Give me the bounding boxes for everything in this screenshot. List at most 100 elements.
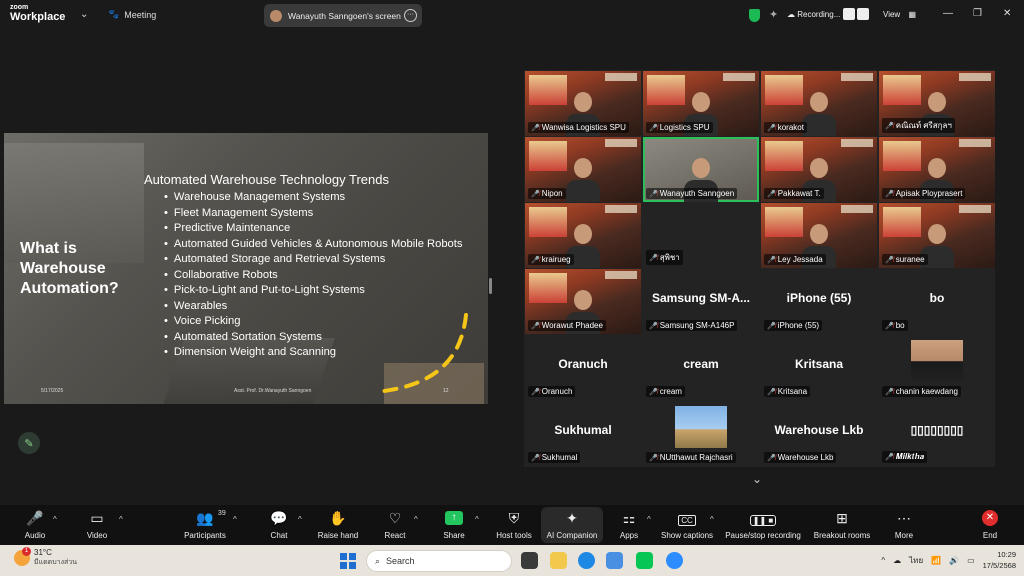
share-screen-pill[interactable]: Wanayuth Sanngoen's screen ··· xyxy=(264,4,422,27)
task-view-icon[interactable] xyxy=(521,552,538,569)
caret-up-icon[interactable]: ^ xyxy=(647,515,651,524)
participant-tile[interactable]: 🎤̸ Apisak Ployprasert xyxy=(879,137,995,202)
raise-hand-button[interactable]: ✋ Raise hand xyxy=(310,509,366,540)
participants-icon: 👥 39 xyxy=(196,509,225,527)
react-button[interactable]: ♡ React xyxy=(367,509,423,540)
participants-button[interactable]: 👥 39 Participants xyxy=(177,509,233,540)
participant-tile[interactable]: 🎤̸ Worawut Phadee xyxy=(525,269,641,334)
host-tools-button[interactable]: ⛨ Host tools xyxy=(486,509,542,540)
participant-tile[interactable]: 🎤̸ NUtthawut Rajchasri xyxy=(643,401,759,466)
clock[interactable]: 10:29 17/5/2568 xyxy=(983,549,1016,571)
audio-label: Audio xyxy=(24,531,46,540)
participant-video xyxy=(566,158,600,202)
zoom-app-icon[interactable] xyxy=(666,552,683,569)
edge-icon[interactable] xyxy=(578,552,595,569)
ai-companion-label: AI Companion xyxy=(546,531,598,540)
caret-up-icon[interactable]: ^ xyxy=(233,515,237,524)
security-shield-icon[interactable] xyxy=(749,9,760,22)
language-indicator[interactable]: ไทย xyxy=(909,554,923,567)
shield-icon: ⛨ xyxy=(508,510,520,526)
participant-tile[interactable]: 🎤̸ chanin kaewdang xyxy=(879,335,995,400)
chat-button[interactable]: 💬 Chat xyxy=(251,509,307,540)
battery-icon[interactable]: ▭ xyxy=(967,556,975,565)
caret-up-icon[interactable]: ^ xyxy=(710,515,714,524)
maximize-icon[interactable]: ❐ xyxy=(973,8,982,19)
chevron-down-icon[interactable]: ⌄ xyxy=(80,9,88,20)
ai-sparkle-icon[interactable]: ✦ xyxy=(769,8,778,21)
breakout-rooms-label: Breakout rooms xyxy=(813,531,871,540)
captions-icon: CC xyxy=(678,509,696,527)
title-bar: zoom Workplace ⌄ 🐾 Meeting Wanayuth Sann… xyxy=(0,0,1024,32)
mic-muted-icon: 🎤̸ xyxy=(531,190,540,198)
participant-tile[interactable]: bo 🎤̸ bo xyxy=(879,269,995,334)
participant-tile[interactable]: Samsung SM-A... 🎤̸ Samsung SM-A146P xyxy=(643,269,759,334)
participant-tile[interactable]: 🎤̸ สุพิชา xyxy=(643,203,759,268)
participant-tile[interactable]: 🎤̸ Wanayuth Sanngoen xyxy=(643,137,759,202)
participant-tile[interactable]: 🎤̸ suranee xyxy=(879,203,995,268)
participant-tile[interactable]: 🎤̸ Nipon xyxy=(525,137,641,202)
participant-tile[interactable]: cream 🎤̸ cream xyxy=(643,335,759,400)
video-button[interactable]: ▭ Video xyxy=(69,509,125,540)
participant-tile[interactable]: iPhone (55) 🎤̸ iPhone (55) xyxy=(761,269,877,334)
participant-tile[interactable]: Warehouse Lkb 🎤̸ Warehouse Lkb xyxy=(761,401,877,466)
speaker-icon[interactable]: 🔊 xyxy=(949,556,959,565)
participant-name: Warehouse Lkb xyxy=(777,453,834,462)
poster-image xyxy=(529,207,567,237)
participant-tile[interactable]: 🎤̸ Pakkawat T. xyxy=(761,137,877,202)
participant-name-tag: 🎤̸ korakot xyxy=(764,122,807,133)
show-captions-button[interactable]: CC Show captions xyxy=(659,509,715,540)
more-button[interactable]: ⋯ More xyxy=(876,509,932,540)
slide-footer-page: 12 xyxy=(443,388,449,394)
participant-tile[interactable]: Oranuch 🎤̸ Oranuch xyxy=(525,335,641,400)
taskbar-search[interactable]: ⌕ Search xyxy=(366,550,512,572)
participant-name: Worawut Phadee xyxy=(541,321,603,330)
participant-tile[interactable]: 🎤̸ คณิณท์ ศรีสกุลฯ xyxy=(879,71,995,136)
split-divider-handle[interactable] xyxy=(489,278,492,294)
line-app-icon[interactable] xyxy=(636,552,653,569)
stop-recording-icon[interactable] xyxy=(857,8,869,20)
zoom-logo[interactable]: zoom Workplace xyxy=(10,4,65,23)
wifi-icon[interactable]: 📶 xyxy=(931,556,941,565)
pause-recording-button[interactable]: ❚❚ ■ Pause/stop recording xyxy=(725,509,801,540)
recording-status[interactable]: ☁ Recording... xyxy=(787,10,840,19)
ai-companion-button[interactable]: ✦ AI Companion xyxy=(544,509,600,540)
caret-up-icon[interactable]: ^ xyxy=(53,515,57,524)
participant-tile[interactable]: ▯▯▯▯▯▯▯▯ 🎤̸ 𝑴𝒊𝒍𝒌𝒕𝒉𝒂 xyxy=(879,401,995,466)
windows-start-icon[interactable] xyxy=(340,553,356,569)
breakout-rooms-button[interactable]: ⊞ Breakout rooms xyxy=(814,509,870,540)
caret-up-icon[interactable]: ^ xyxy=(414,515,418,524)
minimize-icon[interactable]: — xyxy=(943,8,953,19)
audio-button[interactable]: 🎤 Audio xyxy=(7,509,63,540)
participant-tile[interactable]: 🎤̸ Ley Jessada xyxy=(761,203,877,268)
weather-widget[interactable]: 1 31°C มีแดดบางส่วน xyxy=(14,547,77,568)
caret-up-icon[interactable]: ^ xyxy=(298,515,302,524)
more-options-icon[interactable]: ··· xyxy=(404,9,417,22)
end-button[interactable]: ✕ End xyxy=(962,509,1018,540)
pause-recording-icon[interactable] xyxy=(843,8,855,20)
store-icon[interactable] xyxy=(606,552,623,569)
meeting-menu[interactable]: 🐾 Meeting xyxy=(108,9,156,20)
participant-tile[interactable]: Kritsana 🎤̸ Kritsana xyxy=(761,335,877,400)
chat-icon: 💬 xyxy=(270,510,288,526)
caret-up-icon[interactable]: ^ xyxy=(475,515,479,524)
mic-muted-icon: 🎤̸ xyxy=(767,190,776,198)
participant-tile[interactable]: 🎤̸ Logistics SPU xyxy=(643,71,759,136)
participant-tile[interactable]: 🎤̸ korakot xyxy=(761,71,877,136)
annotate-pen-icon[interactable]: ✎ xyxy=(18,432,40,454)
participant-tile[interactable]: Sukhumal 🎤̸ Sukhumal xyxy=(525,401,641,466)
participant-display-name: cream xyxy=(683,357,719,371)
chevron-down-icon[interactable]: ⌄ xyxy=(752,472,762,486)
participant-tile[interactable]: 🎤̸ krairueg xyxy=(525,203,641,268)
caret-up-icon[interactable]: ^ xyxy=(119,515,123,524)
cloud-icon[interactable]: ☁ xyxy=(893,556,901,565)
share-button[interactable]: ↑ Share xyxy=(426,509,482,540)
poster-image xyxy=(647,75,685,105)
mic-muted-icon: 🎤̸ xyxy=(885,322,894,330)
view-button[interactable]: View ▦ xyxy=(883,10,916,19)
chevron-up-icon[interactable]: ^ xyxy=(881,556,885,565)
participant-gallery: 🎤̸ Wanwisa Logistics SPU 🎤̸ Logistics SPU 🎤̸… xyxy=(524,70,995,467)
file-explorer-icon[interactable] xyxy=(550,552,567,569)
participant-tile[interactable]: 🎤̸ Wanwisa Logistics SPU xyxy=(525,71,641,136)
close-icon[interactable]: ✕ xyxy=(1003,8,1011,19)
apps-button[interactable]: ⚏ Apps xyxy=(601,509,657,540)
